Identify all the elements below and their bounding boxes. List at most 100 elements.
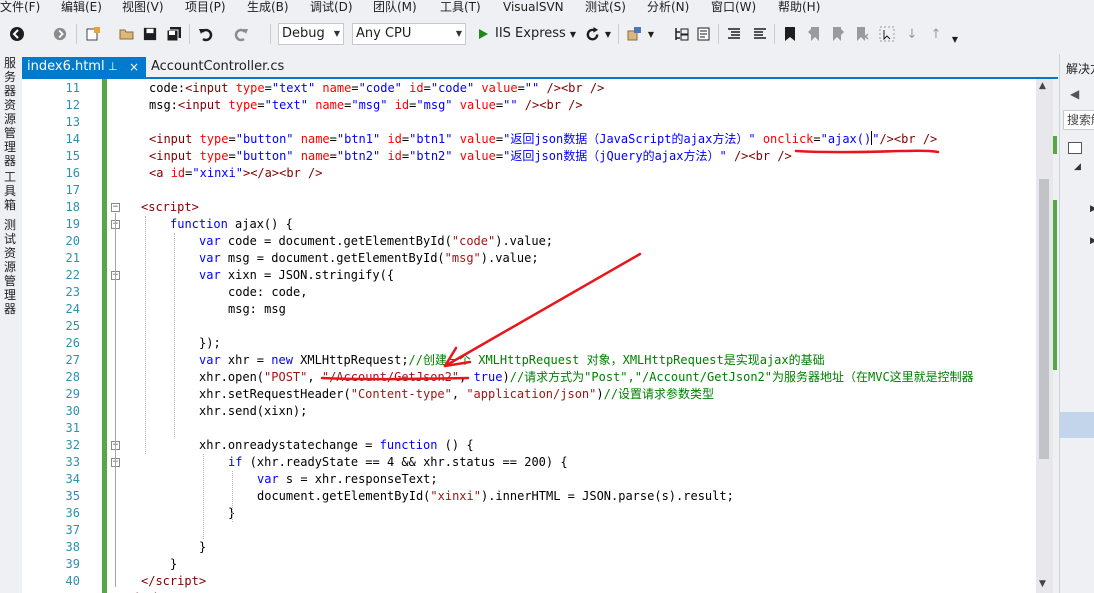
previous-bookmark-icon[interactable] (804, 23, 824, 45)
selected-tree-item[interactable] (1060, 412, 1094, 438)
code-token: "code" (430, 81, 475, 95)
code-token: "msg" (416, 98, 453, 112)
menu-build[interactable]: 生成(B) (247, 0, 289, 15)
code-token: "xinxi" (430, 489, 481, 503)
code-token: (xhr.readyState == 4 && xhr.status == 20… (242, 455, 568, 469)
menu-help[interactable]: 帮助(H) (778, 0, 820, 15)
line-number: 30 (65, 404, 80, 418)
code-token: ).innerHTML = JSON.parse(s).result; (480, 489, 734, 503)
run-iis-express-button[interactable]: IIS Express (495, 23, 566, 45)
solution-view-icon[interactable] (672, 23, 692, 45)
code-token: "text" (264, 98, 308, 112)
toolbar-separator (718, 24, 719, 44)
toolbar-separator (270, 24, 271, 44)
close-icon[interactable]: × (129, 57, 139, 77)
expand-arrow-icon[interactable]: ▶ (1090, 236, 1094, 246)
code-token: = (351, 81, 359, 95)
code-token: , (307, 370, 322, 384)
code-token: }); (199, 336, 221, 350)
scroll-up-icon[interactable]: ▲ (1039, 81, 1046, 91)
back-icon[interactable]: ◀ (1070, 87, 1079, 101)
code-token: "xinxi" (192, 166, 243, 180)
save-icon[interactable] (141, 23, 159, 45)
menu-analyze[interactable]: 分析(N) (647, 0, 689, 15)
toolbox-tab[interactable]: 工具箱 (2, 170, 18, 212)
scrollbar-thumb[interactable] (1039, 179, 1049, 459)
tab-account-controller-cs[interactable]: AccountController.cs (146, 57, 286, 77)
test-explorer-tab[interactable]: 测试资源管理器 (2, 218, 18, 316)
code-token: = (329, 149, 337, 163)
menu-window[interactable]: 窗口(W) (711, 0, 756, 15)
expand-arrow-icon[interactable]: ◢ (1074, 162, 1081, 172)
scroll-down-icon[interactable]: ▼ (1039, 579, 1046, 589)
fold-collapse-icon[interactable]: − (111, 203, 120, 212)
dropdown-arrow-icon[interactable]: ▼ (646, 23, 656, 45)
code-token: > (198, 574, 207, 588)
left-tool-panel: 服务器资源管理器 工具箱 测试资源管理器 (0, 54, 20, 593)
document-tab-strip: index6.html ⊥ × AccountController.cs (22, 57, 1058, 77)
code-token: var (199, 251, 221, 265)
code-token: XMLHttpRequest; (292, 353, 409, 367)
comment-lines-icon[interactable] (724, 23, 744, 45)
code-token: a (264, 166, 272, 180)
tab-index6-html[interactable]: index6.html ⊥ × (22, 57, 146, 77)
save-all-icon[interactable] (163, 23, 185, 45)
expand-arrow-icon[interactable]: ▶ (1090, 204, 1094, 214)
code-token: = (228, 149, 236, 163)
server-explorer-tab[interactable]: 服务器资源管理器 (2, 56, 18, 168)
pin-icon[interactable]: ⊥ (108, 57, 118, 77)
menu-test[interactable]: 测试(S) (585, 0, 626, 15)
code-token: = (264, 81, 272, 95)
code-editor[interactable]: 11 12 13 14 15 16 17 18 19 20 21 22 23 24 25 26 27 28 29 30… (22, 79, 1036, 593)
dropdown-arrow-icon[interactable]: ▼ (603, 23, 613, 45)
code-line: function ajax() { (170, 216, 293, 233)
new-project-icon[interactable] (82, 23, 104, 45)
code-token: ) (596, 387, 604, 401)
line-number: 29 (65, 387, 80, 401)
menu-file[interactable]: 文件(F) (0, 0, 40, 15)
indent-guide (203, 454, 204, 539)
forward-icon[interactable] (50, 23, 70, 45)
arrow-down-icon[interactable]: ↓ (904, 23, 920, 45)
clear-bookmarks-icon[interactable] (852, 23, 872, 45)
browser-link-icon[interactable] (624, 23, 646, 45)
menu-project[interactable]: 项目(P) (185, 0, 226, 15)
toolbar-overflow-icon[interactable]: ▼ (948, 28, 962, 50)
vertical-scrollbar[interactable]: ▲ ▼ (1036, 79, 1053, 593)
uncomment-lines-icon[interactable] (750, 23, 770, 45)
code-line: } (170, 556, 177, 573)
menu-visualsvn[interactable]: VisualSVN (503, 0, 564, 15)
undo-icon[interactable] (195, 23, 217, 45)
tab-label: AccountController.cs (151, 59, 285, 74)
back-icon[interactable] (6, 23, 28, 45)
dropdown-arrow-icon[interactable]: ▼ (567, 23, 579, 45)
play-icon[interactable] (476, 23, 490, 45)
line-number: 35 (65, 489, 80, 503)
code-token: br (286, 166, 301, 180)
bookmark-icon[interactable] (780, 23, 800, 45)
code-token: "application/json" (466, 387, 597, 401)
code-token: } (170, 557, 178, 571)
menu-edit[interactable]: 编辑(E) (61, 0, 102, 15)
select-element-icon[interactable] (876, 23, 898, 45)
menu-debug[interactable]: 调试(D) (310, 0, 353, 15)
open-file-icon[interactable] (117, 23, 137, 45)
redo-icon[interactable] (230, 23, 252, 45)
arrow-up-icon[interactable]: ↑ (928, 23, 944, 45)
solution-config-select[interactable]: Debug ▼ (278, 23, 344, 45)
menu-team[interactable]: 团队(M) (373, 0, 417, 15)
refresh-icon[interactable] (582, 23, 602, 45)
code-token: > (191, 200, 199, 214)
dropdown-arrow-icon: ▼ (455, 29, 462, 38)
line-number: 18 (65, 200, 80, 214)
code-token: xhr.onreadystatechange = (199, 438, 380, 452)
solution-explorer-search-input[interactable]: 搜索解决方案资源管理器 (1063, 110, 1094, 130)
next-bookmark-icon[interactable] (828, 23, 848, 45)
find-in-files-icon[interactable] (694, 23, 714, 45)
line-number: 11 (65, 81, 80, 95)
platform-select[interactable]: Any CPU ▼ (352, 23, 466, 45)
menu-tools[interactable]: 工具(T) (440, 0, 481, 15)
menu-view[interactable]: 视图(V) (122, 0, 164, 15)
code-token: </ (141, 574, 156, 588)
toolbar-separator (76, 24, 77, 44)
